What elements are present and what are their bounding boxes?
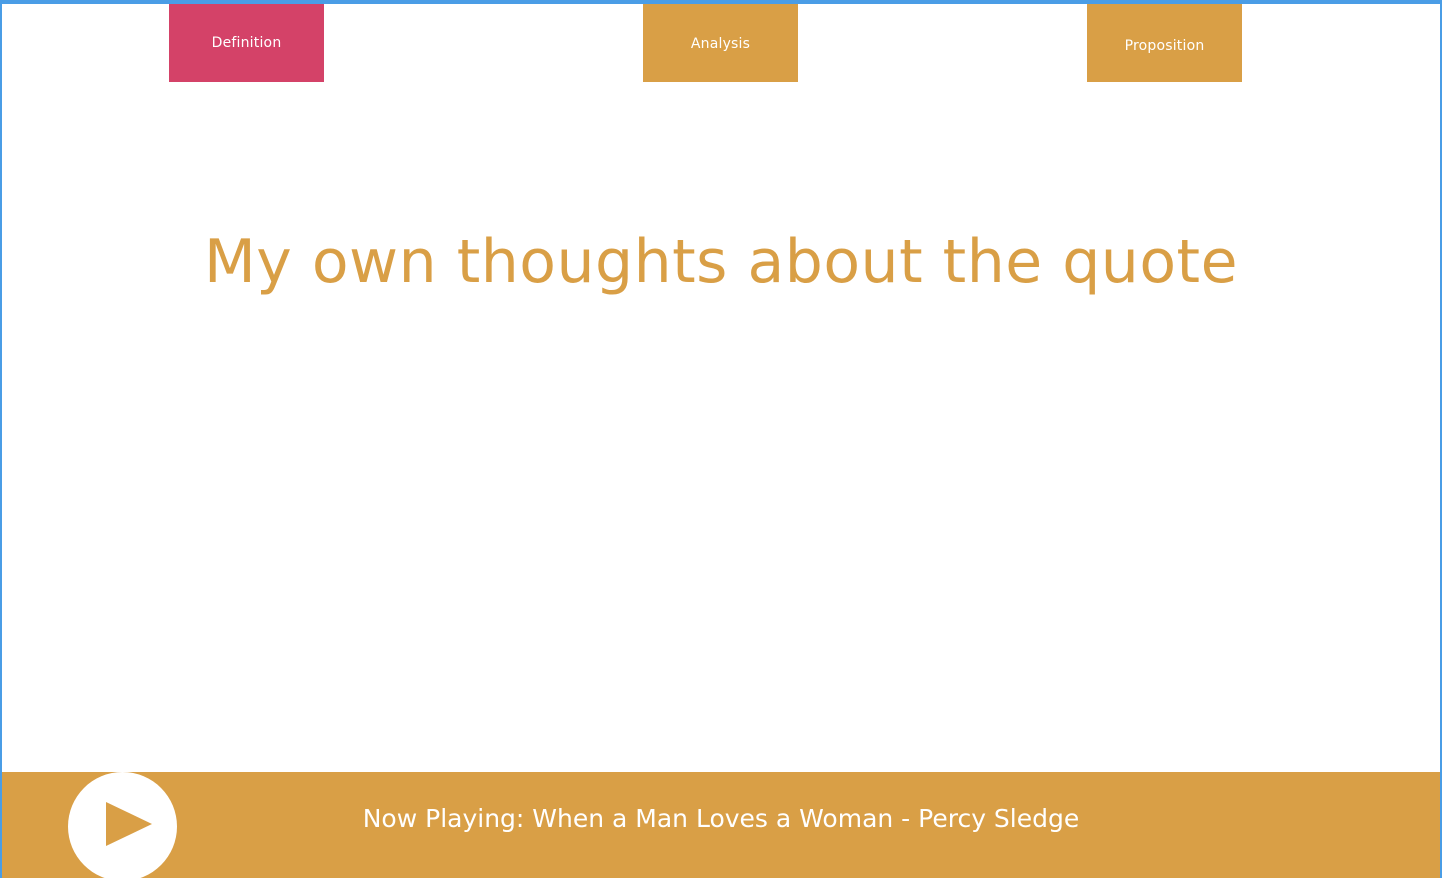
tab-definition[interactable]: Definition — [169, 4, 324, 82]
tab-definition-label: Definition — [211, 35, 282, 51]
tab-proposition[interactable]: Proposition — [1087, 4, 1242, 82]
tab-analysis[interactable]: Analysis — [643, 4, 798, 82]
slide-frame: Definition Analysis Proposition My own t… — [0, 0, 1442, 878]
tab-analysis-label: Analysis — [690, 36, 751, 52]
page-title: My own thoughts about the quote — [204, 227, 1238, 297]
now-playing-text: Now Playing: When a Man Loves a Woman - … — [362, 804, 1080, 833]
tab-proposition-label: Proposition — [1124, 38, 1205, 54]
audio-player-bar: Now Playing: When a Man Loves a Woman - … — [2, 772, 1440, 878]
